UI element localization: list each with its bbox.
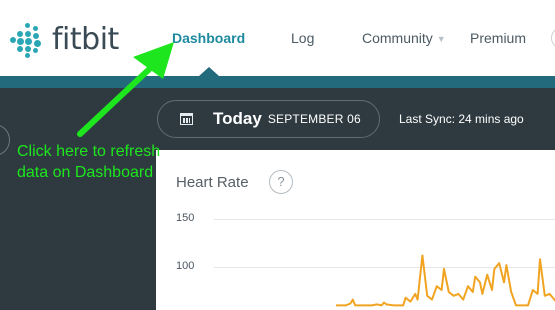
- annotation-text: Click here to refresh data on Dashboard: [17, 143, 161, 181]
